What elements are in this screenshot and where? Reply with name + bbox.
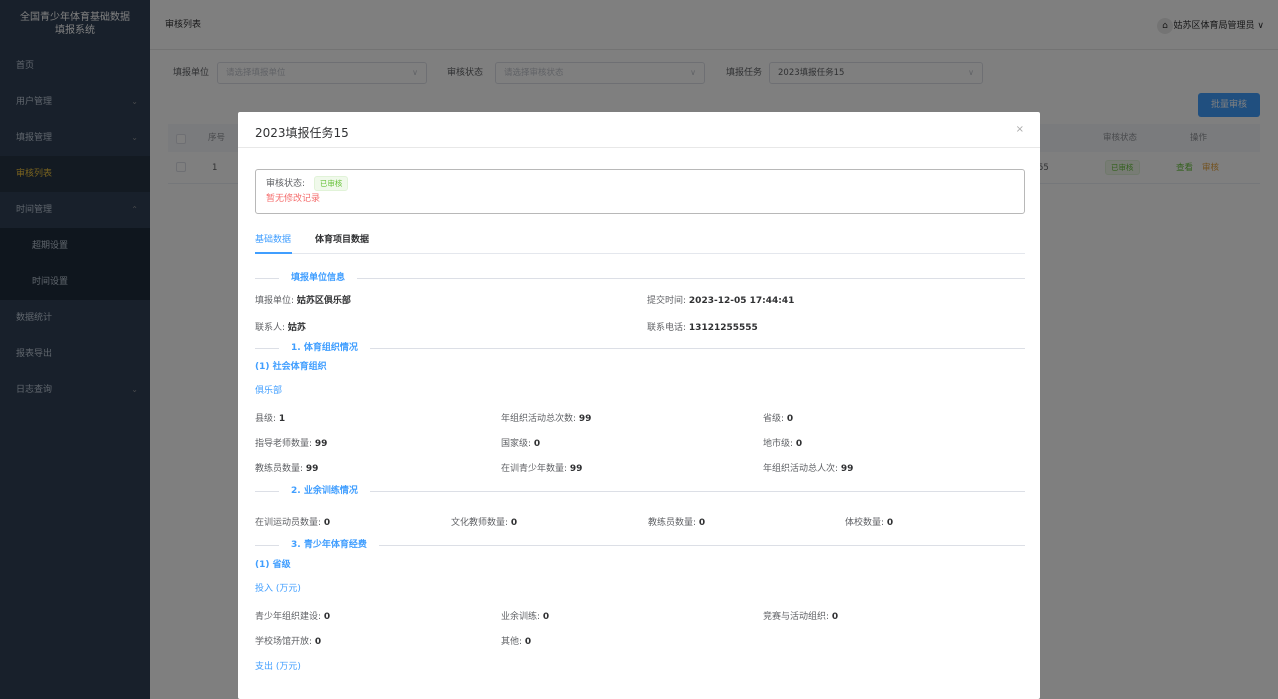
no-modification-text: 暂无修改记录 xyxy=(266,194,321,204)
club-heading: 俱乐部 xyxy=(255,386,283,396)
audit-status-line: 审核状态: 已审核 xyxy=(266,176,1014,191)
club-field: 县级: 1 xyxy=(255,414,286,424)
fund-field: 其他: 0 xyxy=(501,637,532,647)
dialog-tabs: 基础数据 体育项目数据 xyxy=(255,230,1025,254)
club-field: 地市级: 0 xyxy=(763,439,803,449)
club-field: 省级: 0 xyxy=(763,414,794,424)
dialog-header: 2023填报任务15 × xyxy=(238,112,1040,148)
section-title: 填报单位信息 xyxy=(279,271,358,285)
phone-field: 联系电话: 13121255555 xyxy=(647,323,758,333)
audit-status-box: 审核状态: 已审核 暂无修改记录 xyxy=(255,169,1025,214)
submit-time-field: 提交时间: 2023-12-05 17:44:41 xyxy=(647,296,795,306)
training-field: 教练员数量: 0 xyxy=(648,518,706,528)
dialog-title: 2023填报任务15 xyxy=(255,126,349,140)
tab-sports-data[interactable]: 体育项目数据 xyxy=(315,230,369,250)
section-title: 3. 青少年体育经费 xyxy=(279,538,379,552)
fund-field: 竞赛与活动组织: 0 xyxy=(763,612,839,622)
section-training: 2. 业余训练情况 xyxy=(255,484,1025,498)
unit-field: 填报单位: 姑苏区俱乐部 xyxy=(255,296,351,306)
input-heading: 投入 (万元) xyxy=(255,584,301,594)
tab-active-indicator xyxy=(255,252,292,254)
club-field: 国家级: 0 xyxy=(501,439,541,449)
output-heading: 支出 (万元) xyxy=(255,662,301,672)
club-field: 年组织活动总次数: 99 xyxy=(501,414,592,424)
section-sports-org: 1. 体育组织情况 xyxy=(255,341,1025,355)
detail-dialog: 2023填报任务15 × 审核状态: 已审核 暂无修改记录 基础数据 体育项目数… xyxy=(238,112,1040,699)
training-field: 在训运动员数量: 0 xyxy=(255,518,331,528)
section-title: 2. 业余训练情况 xyxy=(279,484,370,498)
tab-basic-data[interactable]: 基础数据 xyxy=(255,230,291,250)
fund-field: 学校场馆开放: 0 xyxy=(255,637,322,647)
status-badge: 已审核 xyxy=(313,176,349,191)
club-field: 教练员数量: 99 xyxy=(255,464,319,474)
section-unit-info: 填报单位信息 xyxy=(255,271,1025,285)
subsection-provincial: (1) 省级 xyxy=(255,560,291,570)
training-field: 体校数量: 0 xyxy=(845,518,894,528)
section-title: 1. 体育组织情况 xyxy=(279,341,370,355)
club-field: 指导老师数量: 99 xyxy=(255,439,328,449)
subsection-social-org: (1) 社会体育组织 xyxy=(255,362,327,372)
contact-field: 联系人: 姑苏 xyxy=(255,323,306,333)
club-field: 在训青少年数量: 99 xyxy=(501,464,583,474)
training-field: 文化教师数量: 0 xyxy=(451,518,518,528)
close-icon[interactable]: × xyxy=(1016,124,1024,135)
fund-field: 青少年组织建设: 0 xyxy=(255,612,331,622)
audit-status-label: 审核状态: xyxy=(266,179,306,189)
section-funding: 3. 青少年体育经费 xyxy=(255,538,1025,552)
club-field: 年组织活动总人次: 99 xyxy=(763,464,854,474)
fund-field: 业余训练: 0 xyxy=(501,612,550,622)
